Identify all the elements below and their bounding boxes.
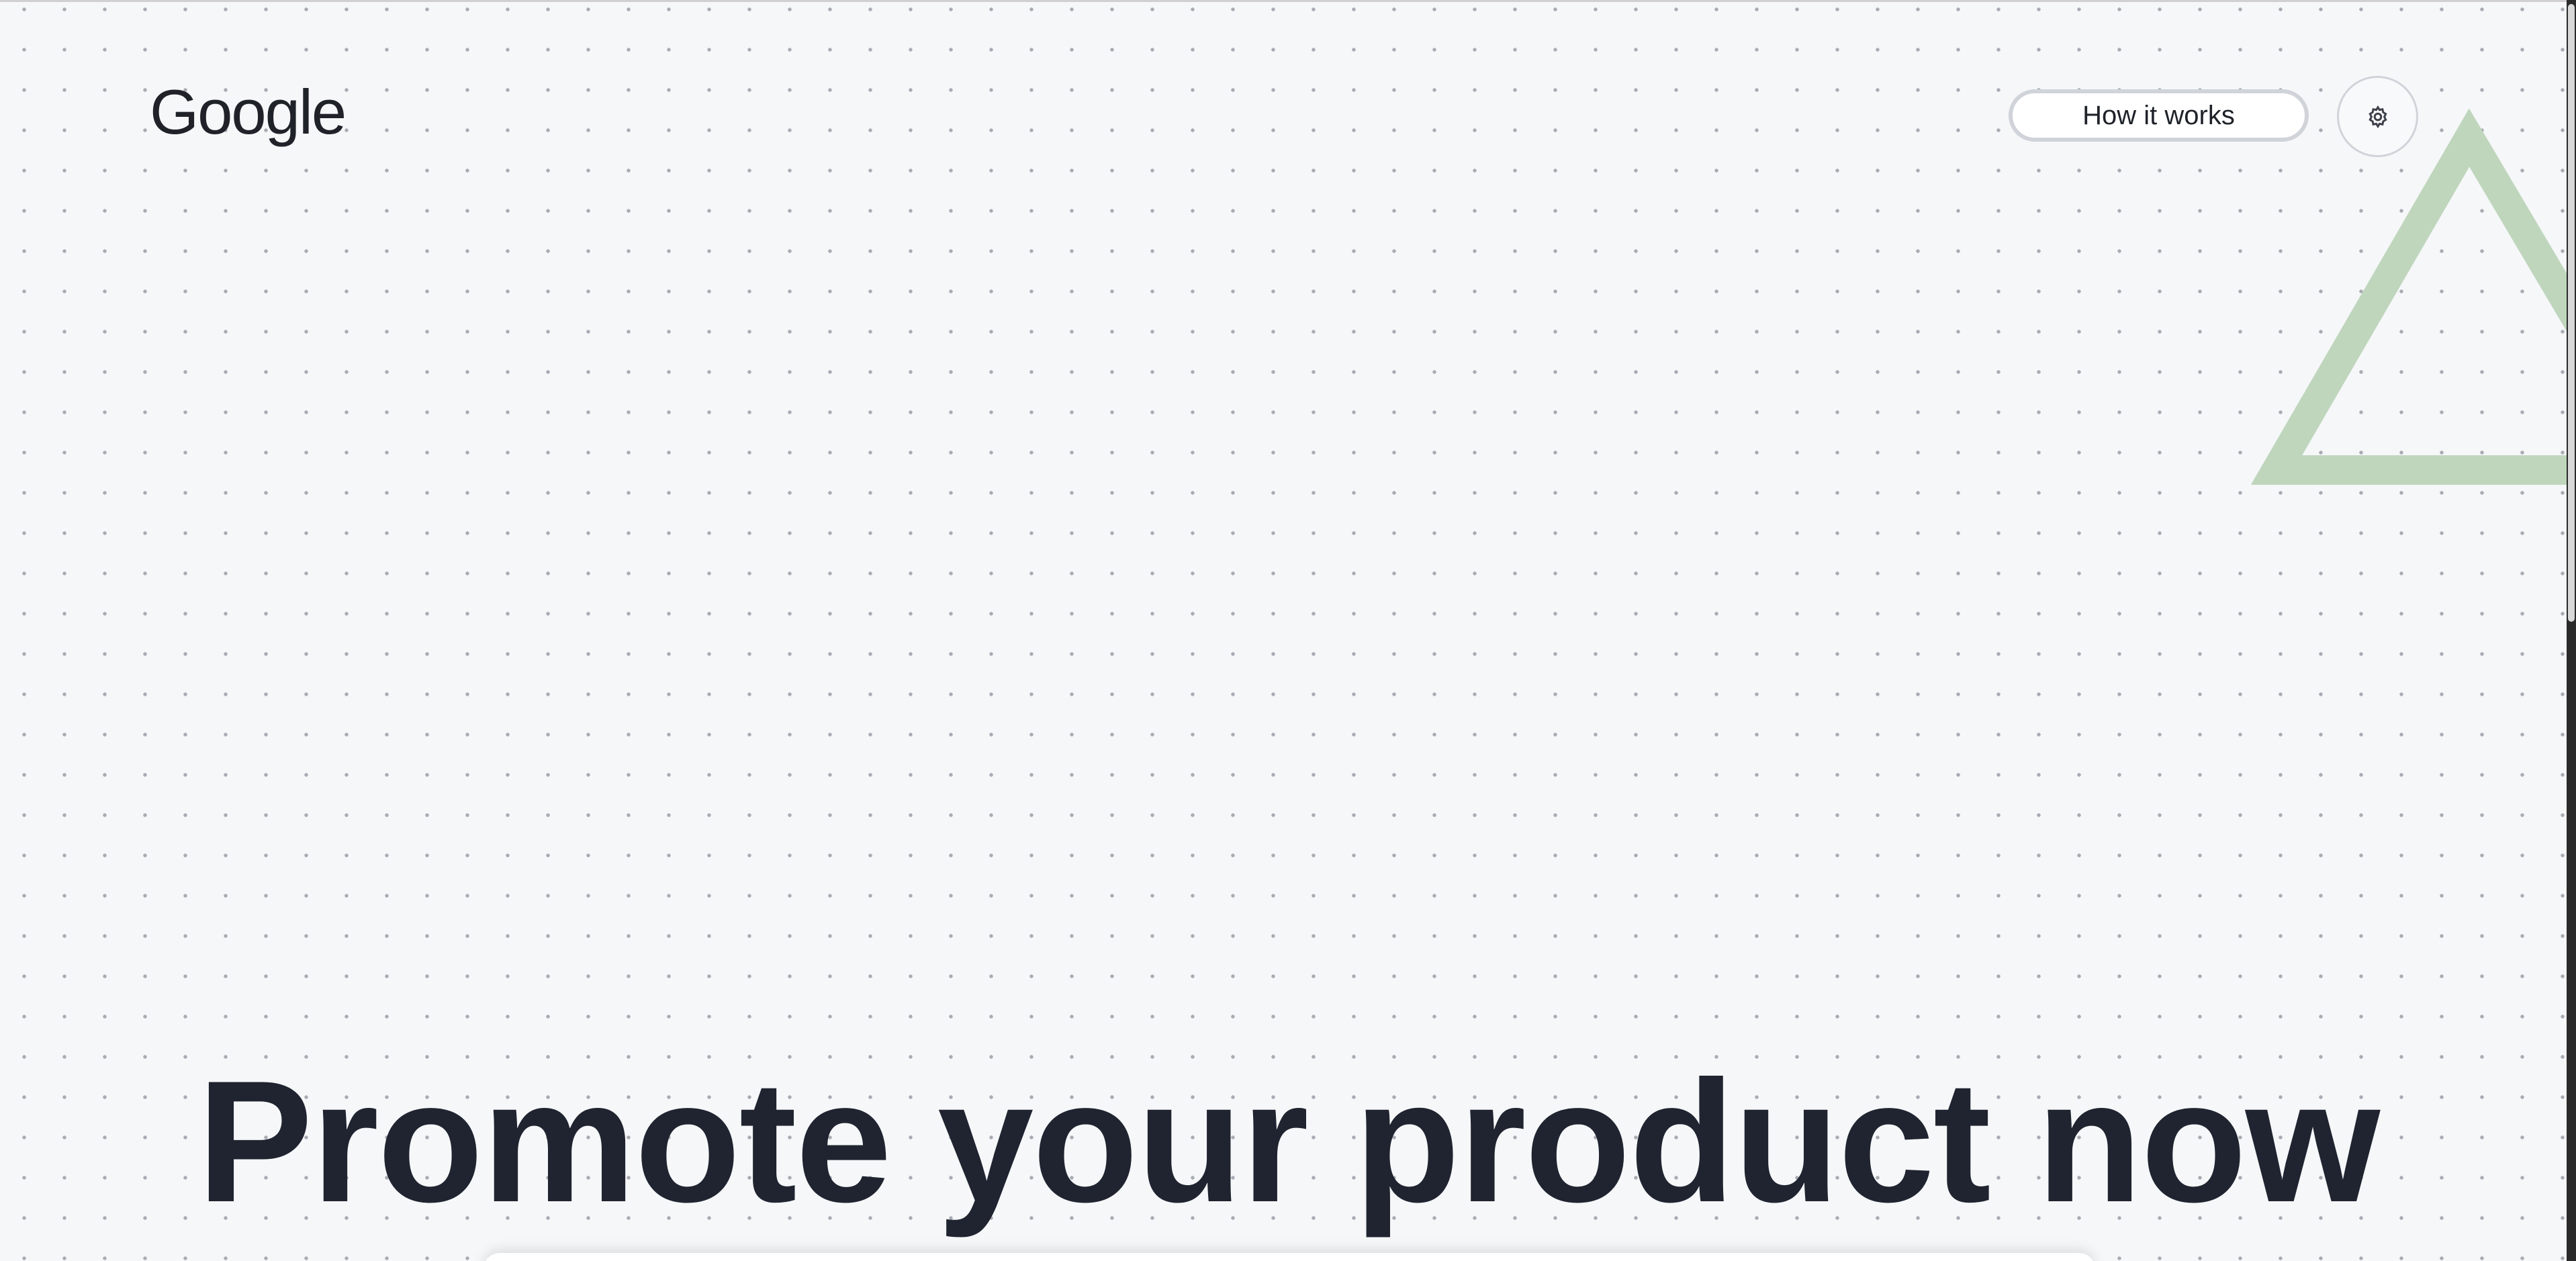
- gear-icon: [2368, 105, 2387, 128]
- triangle-decoration: [2250, 108, 2576, 485]
- scrollbar-thumb[interactable]: [2568, 4, 2575, 622]
- top-border: [0, 0, 2576, 2]
- hero-headline: Promote your product now: [197, 1044, 2381, 1238]
- landing-page: Google How it works Promote your product…: [0, 0, 2576, 1261]
- google-logo[interactable]: Google: [150, 75, 347, 149]
- how-it-works-button[interactable]: How it works: [2009, 89, 2309, 142]
- content-card: [484, 1253, 2095, 1261]
